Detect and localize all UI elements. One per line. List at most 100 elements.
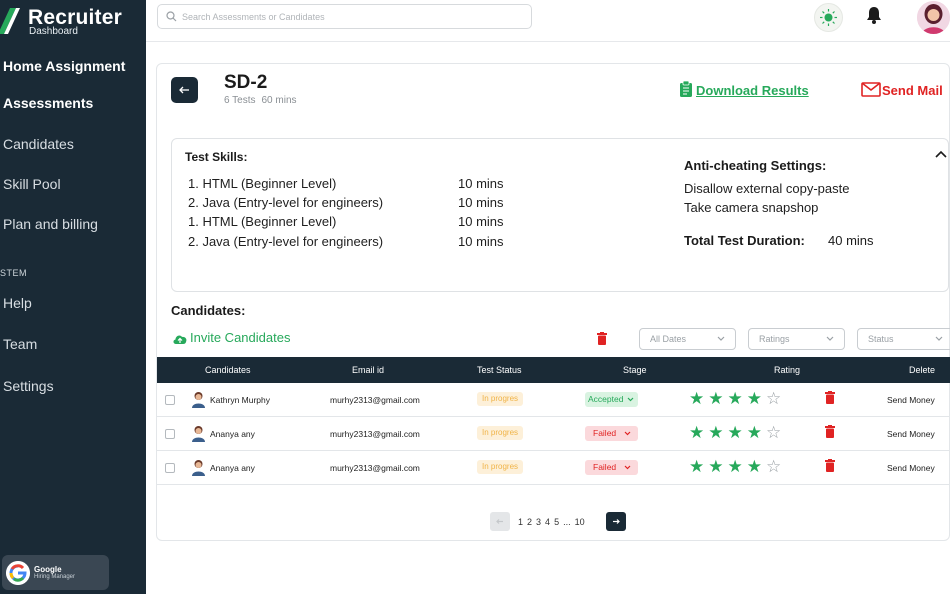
chevron-down-icon (624, 431, 630, 436)
trash-icon[interactable] (825, 459, 835, 472)
candidate-email: murhy2313@gmail.com (330, 429, 420, 439)
page-link[interactable]: 1 (518, 517, 523, 527)
stage-value: Failed (593, 428, 617, 438)
column-header-test-status[interactable]: Test Status (477, 365, 522, 375)
test-count: 6 Tests (224, 95, 256, 106)
skill-row-label: 2. Java (Entry-level for engineers) (188, 195, 384, 210)
star-icon[interactable]: ★★★★ (689, 457, 766, 476)
row-checkbox[interactable] (165, 395, 175, 405)
candidate-name[interactable]: Kathryn Murphy (210, 395, 270, 405)
star-icon[interactable]: ☆ (766, 457, 785, 476)
candidate-email: murhy2313@gmail.com (330, 395, 420, 405)
chevron-down-icon (935, 336, 943, 341)
sidebar: Recruiter Dashboard Home Assignment Asse… (0, 0, 146, 594)
column-header-rating[interactable]: Rating (774, 365, 800, 375)
send-money-link[interactable]: Send Money (887, 429, 935, 439)
page-numbers: 1 2 3 4 5... 10 (518, 517, 589, 527)
sidebar-item-skill-pool[interactable]: Skill Pool (3, 176, 61, 192)
star-icon[interactable]: ☆ (766, 423, 785, 442)
rating-stars[interactable]: ★★★★☆ (689, 457, 785, 477)
star-icon[interactable]: ★★★★ (689, 389, 766, 408)
date-filter-select[interactable]: All Dates (639, 328, 736, 350)
download-results-link[interactable]: Download Results (696, 83, 809, 98)
logo-icon (0, 8, 20, 34)
stage-select[interactable]: Accepted (585, 392, 638, 407)
ratings-filter-select[interactable]: Ratings (748, 328, 845, 350)
ratings-filter-value: Ratings (759, 334, 790, 344)
column-header-stage[interactable]: Stage (623, 365, 647, 375)
topbar (146, 0, 950, 42)
back-button[interactable] (171, 77, 198, 103)
page-link[interactable]: 4 (545, 517, 550, 527)
page-link[interactable]: 2 (527, 517, 532, 527)
sidebar-item-candidates[interactable]: Candidates (3, 136, 74, 152)
skill-row-label: 1. HTML (Beginner Level) (188, 214, 337, 229)
sidebar-item-team[interactable]: Team (3, 336, 37, 352)
sidebar-item-help[interactable]: Help (3, 295, 32, 311)
sidebar-item-settings[interactable]: Settings (3, 378, 54, 394)
send-mail-button[interactable]: Send Mail (882, 83, 943, 98)
star-icon[interactable]: ★★★★ (689, 423, 766, 442)
page-link[interactable]: 5 (554, 517, 559, 527)
stage-value: Failed (593, 462, 617, 472)
sidebar-item-assessments[interactable]: Assessments (3, 95, 93, 111)
cloud-upload-icon[interactable] (172, 332, 188, 345)
skill-row-duration: 10 mins (458, 176, 504, 191)
column-header-email[interactable]: Email id (352, 365, 384, 375)
sidebar-item-home-assignment[interactable]: Home Assignment (3, 58, 125, 74)
star-icon[interactable]: ☆ (766, 389, 785, 408)
trash-icon[interactable] (825, 391, 835, 404)
stage-value: Accepted (588, 394, 624, 404)
date-filter-value: All Dates (650, 334, 687, 344)
candidate-name[interactable]: Ananya any (210, 429, 255, 439)
search-input[interactable] (182, 9, 522, 25)
account-role: Hiring Manager (34, 574, 76, 580)
table-row: Kathryn Murphy murhy2313@gmail.com In pr… (157, 383, 950, 417)
mail-icon[interactable] (861, 82, 881, 97)
test-status-badge: In progres (477, 460, 524, 474)
skill-row-duration: 10 mins (458, 195, 504, 210)
skill-row-duration: 10 mins (458, 214, 504, 229)
avatar-image (917, 1, 950, 34)
anti-cheating-heading: Anti-cheating Settings: (684, 158, 827, 173)
chevron-up-icon[interactable] (934, 149, 948, 159)
test-skills-heading: Test Skills: (185, 150, 248, 164)
column-header-delete[interactable]: Delete (909, 365, 935, 375)
next-page-button[interactable] (606, 512, 626, 531)
row-checkbox[interactable] (165, 429, 175, 439)
candidate-name[interactable]: Ananya any (210, 463, 255, 473)
send-money-link[interactable]: Send Money (887, 395, 935, 405)
stage-select[interactable]: Failed (585, 426, 638, 441)
avatar[interactable] (917, 1, 950, 34)
theme-toggle-button[interactable] (814, 3, 843, 32)
invite-candidates-button[interactable]: Invite Candidates (190, 330, 290, 345)
chevron-down-icon (624, 465, 630, 470)
table-row: Ananya any murhy2313@gmail.com In progre… (157, 417, 950, 451)
send-money-link[interactable]: Send Money (887, 463, 935, 473)
assessment-card: SD-2 6 Tests 60 mins Download Results Sen… (156, 63, 950, 541)
skill-row-duration: 10 mins (458, 234, 504, 249)
account-name: Google (34, 565, 62, 574)
trash-icon[interactable] (825, 425, 835, 438)
bell-icon[interactable] (866, 6, 882, 24)
page-link[interactable]: 3 (536, 517, 541, 527)
rating-stars[interactable]: ★★★★☆ (689, 423, 785, 443)
sidebar-item-plan-billing[interactable]: Plan and billing (3, 216, 98, 232)
status-filter-value: Status (868, 334, 894, 344)
prev-page-button[interactable] (490, 512, 510, 531)
total-duration-label: Total Test Duration: (684, 233, 805, 248)
brand[interactable]: Recruiter Dashboard (0, 4, 146, 38)
page-link[interactable]: 10 (575, 517, 585, 527)
account-card[interactable]: Google Hiring Manager (2, 555, 109, 590)
brand-subtitle: Dashboard (29, 26, 78, 37)
trash-icon[interactable] (597, 332, 607, 345)
stage-select[interactable]: Failed (585, 460, 638, 475)
arrow-right-icon (613, 519, 620, 524)
clipboard-icon[interactable] (679, 80, 693, 98)
sun-icon (820, 9, 837, 26)
row-checkbox[interactable] (165, 463, 175, 473)
search-box[interactable] (157, 4, 532, 29)
column-header-candidates[interactable]: Candidates (205, 365, 251, 375)
rating-stars[interactable]: ★★★★☆ (689, 389, 785, 409)
status-filter-select[interactable]: Status (857, 328, 950, 350)
